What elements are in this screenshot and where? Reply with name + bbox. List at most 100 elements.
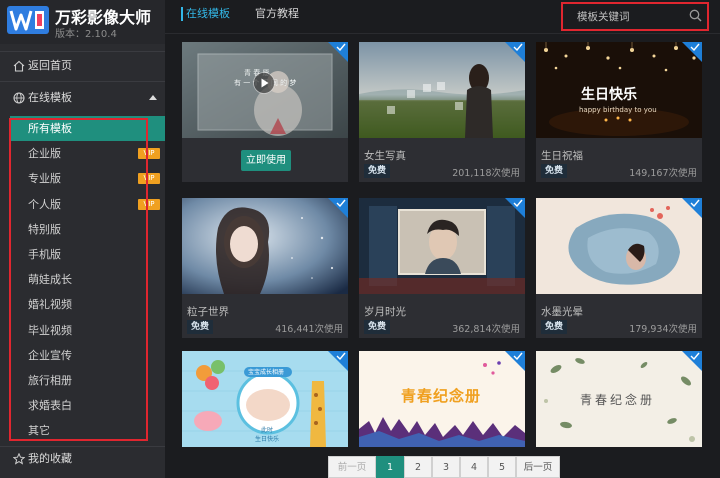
thumb-title: 青春纪念册 <box>401 387 482 405</box>
check-icon <box>513 43 523 51</box>
nav-online-templates[interactable]: 在线模板 <box>0 86 165 110</box>
category-list: 所有模板 企业版 VIP 专业版 VIP 个人版 VIP 特别版 手机版 萌娃成长 婚礼视频 毕业视频… <box>10 116 165 443</box>
thumb-text-line2: 此时 <box>261 427 274 434</box>
template-thumbnail: 青春纪念册 <box>359 351 525 447</box>
thumb-text-line1: 宝宝成长相册 <box>248 369 285 376</box>
category-item[interactable]: 专业版 VIP <box>10 166 165 191</box>
divider <box>0 81 165 82</box>
template-card[interactable]: 女生写真 免费 201,118次使用 <box>359 42 525 182</box>
vip-badge: VIP <box>138 173 160 185</box>
category-item[interactable]: 求婚表白 <box>10 393 165 418</box>
category-item[interactable]: 所有模板 <box>10 116 165 142</box>
next-page-button[interactable]: 后一页 <box>516 456 560 478</box>
nav-favorites[interactable]: 我的收藏 <box>0 447 165 471</box>
template-thumbnail <box>536 198 702 294</box>
category-label: 手机版 <box>28 247 61 261</box>
search-icon[interactable] <box>689 9 702 22</box>
prev-page-button[interactable]: 前一页 <box>328 456 376 478</box>
category-label: 旅行相册 <box>28 373 72 387</box>
use-count: 362,814次使用 <box>452 324 520 335</box>
category-label: 企业宣传 <box>28 348 72 362</box>
template-thumbnail <box>359 198 525 294</box>
page-button-4[interactable]: 4 <box>460 456 488 478</box>
thumb-title: 青春纪念册 <box>580 393 656 407</box>
page-button-2[interactable]: 2 <box>404 456 432 478</box>
page-button-1[interactable]: 1 <box>376 456 404 478</box>
category-item[interactable]: 婚礼视频 <box>10 292 165 317</box>
vip-badge: VIP <box>138 148 160 160</box>
category-label: 企业版 <box>28 147 61 161</box>
template-thumbnail <box>359 42 525 138</box>
category-item[interactable]: 企业版 VIP <box>10 141 165 166</box>
template-thumbnail: 宝宝成长相册 此时 生日快乐 <box>182 351 348 447</box>
category-item[interactable]: 旅行相册 <box>10 368 165 393</box>
template-thumbnail: 生日快乐 happy birthday to you <box>536 42 702 138</box>
category-item[interactable]: 手机版 <box>10 242 165 267</box>
category-label: 特别版 <box>28 222 61 236</box>
category-label: 婚礼视频 <box>28 298 72 312</box>
category-item[interactable]: 萌娃成长 <box>10 267 165 292</box>
template-card[interactable]: 青春纪念册 <box>359 351 525 447</box>
search-input[interactable] <box>577 9 685 25</box>
play-icon[interactable] <box>253 72 275 94</box>
template-title: 粒子世界 <box>187 306 229 318</box>
template-thumbnail <box>182 198 348 294</box>
category-label: 毕业视频 <box>28 323 72 337</box>
template-card[interactable]: 水墨光晕 免费 179,934次使用 <box>536 198 702 338</box>
use-count: 416,441次使用 <box>275 324 343 335</box>
check-icon <box>690 43 700 51</box>
template-card[interactable]: 青春纪念册 <box>536 351 702 447</box>
template-title: 生日祝福 <box>541 150 583 162</box>
category-label: 个人版 <box>28 197 61 211</box>
app-version: 版本：2.10.4 <box>55 29 117 40</box>
category-label: 萌娃成长 <box>28 273 72 287</box>
category-label: 求婚表白 <box>28 399 72 413</box>
check-icon <box>690 352 700 360</box>
template-thumbnail: 青 春 愿 有 一 个 不 同 的 梦 <box>182 42 348 138</box>
template-thumbnail: 青春纪念册 <box>536 351 702 447</box>
tab-online-templates[interactable]: 在线模板 <box>186 0 230 30</box>
divider <box>0 51 165 52</box>
use-count: 179,934次使用 <box>629 324 697 335</box>
template-card[interactable]: 生日快乐 happy birthday to you 生日祝福 免费 149,1… <box>536 42 702 182</box>
use-count: 201,118次使用 <box>452 168 520 179</box>
sidebar: 万彩影像大师 版本：2.10.4 返回首页 在线模板 所有模板 企业版 VIP 专业版… <box>0 0 165 478</box>
check-icon <box>336 43 346 51</box>
free-badge: 免费 <box>541 320 568 334</box>
thumb-title: 生日快乐 <box>581 87 637 103</box>
thumb-text-line3: 生日快乐 <box>255 436 280 443</box>
category-item[interactable]: 特别版 <box>10 217 165 242</box>
globe-icon <box>13 92 25 104</box>
nav-home[interactable]: 返回首页 <box>0 54 165 78</box>
collapse-caret-icon[interactable] <box>149 95 157 100</box>
template-card[interactable]: 粒子世界 免费 416,441次使用 <box>182 198 348 338</box>
template-card[interactable]: 岁月时光 免费 362,814次使用 <box>359 198 525 338</box>
use-now-button[interactable]: 立即使用 <box>241 150 291 171</box>
check-icon <box>513 352 523 360</box>
star-icon <box>13 453 25 465</box>
tab-official-tutorials[interactable]: 官方教程 <box>255 0 299 30</box>
check-icon <box>336 199 346 207</box>
check-icon <box>690 199 700 207</box>
app-logo-icon <box>7 6 49 34</box>
vip-badge: VIP <box>138 198 160 210</box>
search-box <box>561 2 709 31</box>
category-item[interactable]: 其它 <box>10 418 165 443</box>
category-item[interactable]: 个人版 VIP <box>10 192 165 217</box>
template-title: 水墨光晕 <box>541 306 583 318</box>
template-title: 女生写真 <box>364 150 406 162</box>
category-label: 所有模板 <box>28 122 72 135</box>
template-card-preview[interactable]: 青 春 愿 有 一 个 不 同 的 梦 立即使用 <box>182 42 348 182</box>
free-badge: 免费 <box>541 164 568 178</box>
active-tab-indicator <box>181 7 183 21</box>
category-item[interactable]: 毕业视频 <box>10 318 165 343</box>
check-icon <box>513 199 523 207</box>
nav-home-label: 返回首页 <box>28 59 72 72</box>
category-label: 其它 <box>28 424 50 438</box>
page-button-3[interactable]: 3 <box>432 456 460 478</box>
category-item[interactable]: 企业宣传 <box>10 343 165 368</box>
check-icon <box>336 352 346 360</box>
page-button-5[interactable]: 5 <box>488 456 516 478</box>
template-card[interactable]: 宝宝成长相册 此时 生日快乐 <box>182 351 348 447</box>
free-badge: 免费 <box>187 320 214 334</box>
